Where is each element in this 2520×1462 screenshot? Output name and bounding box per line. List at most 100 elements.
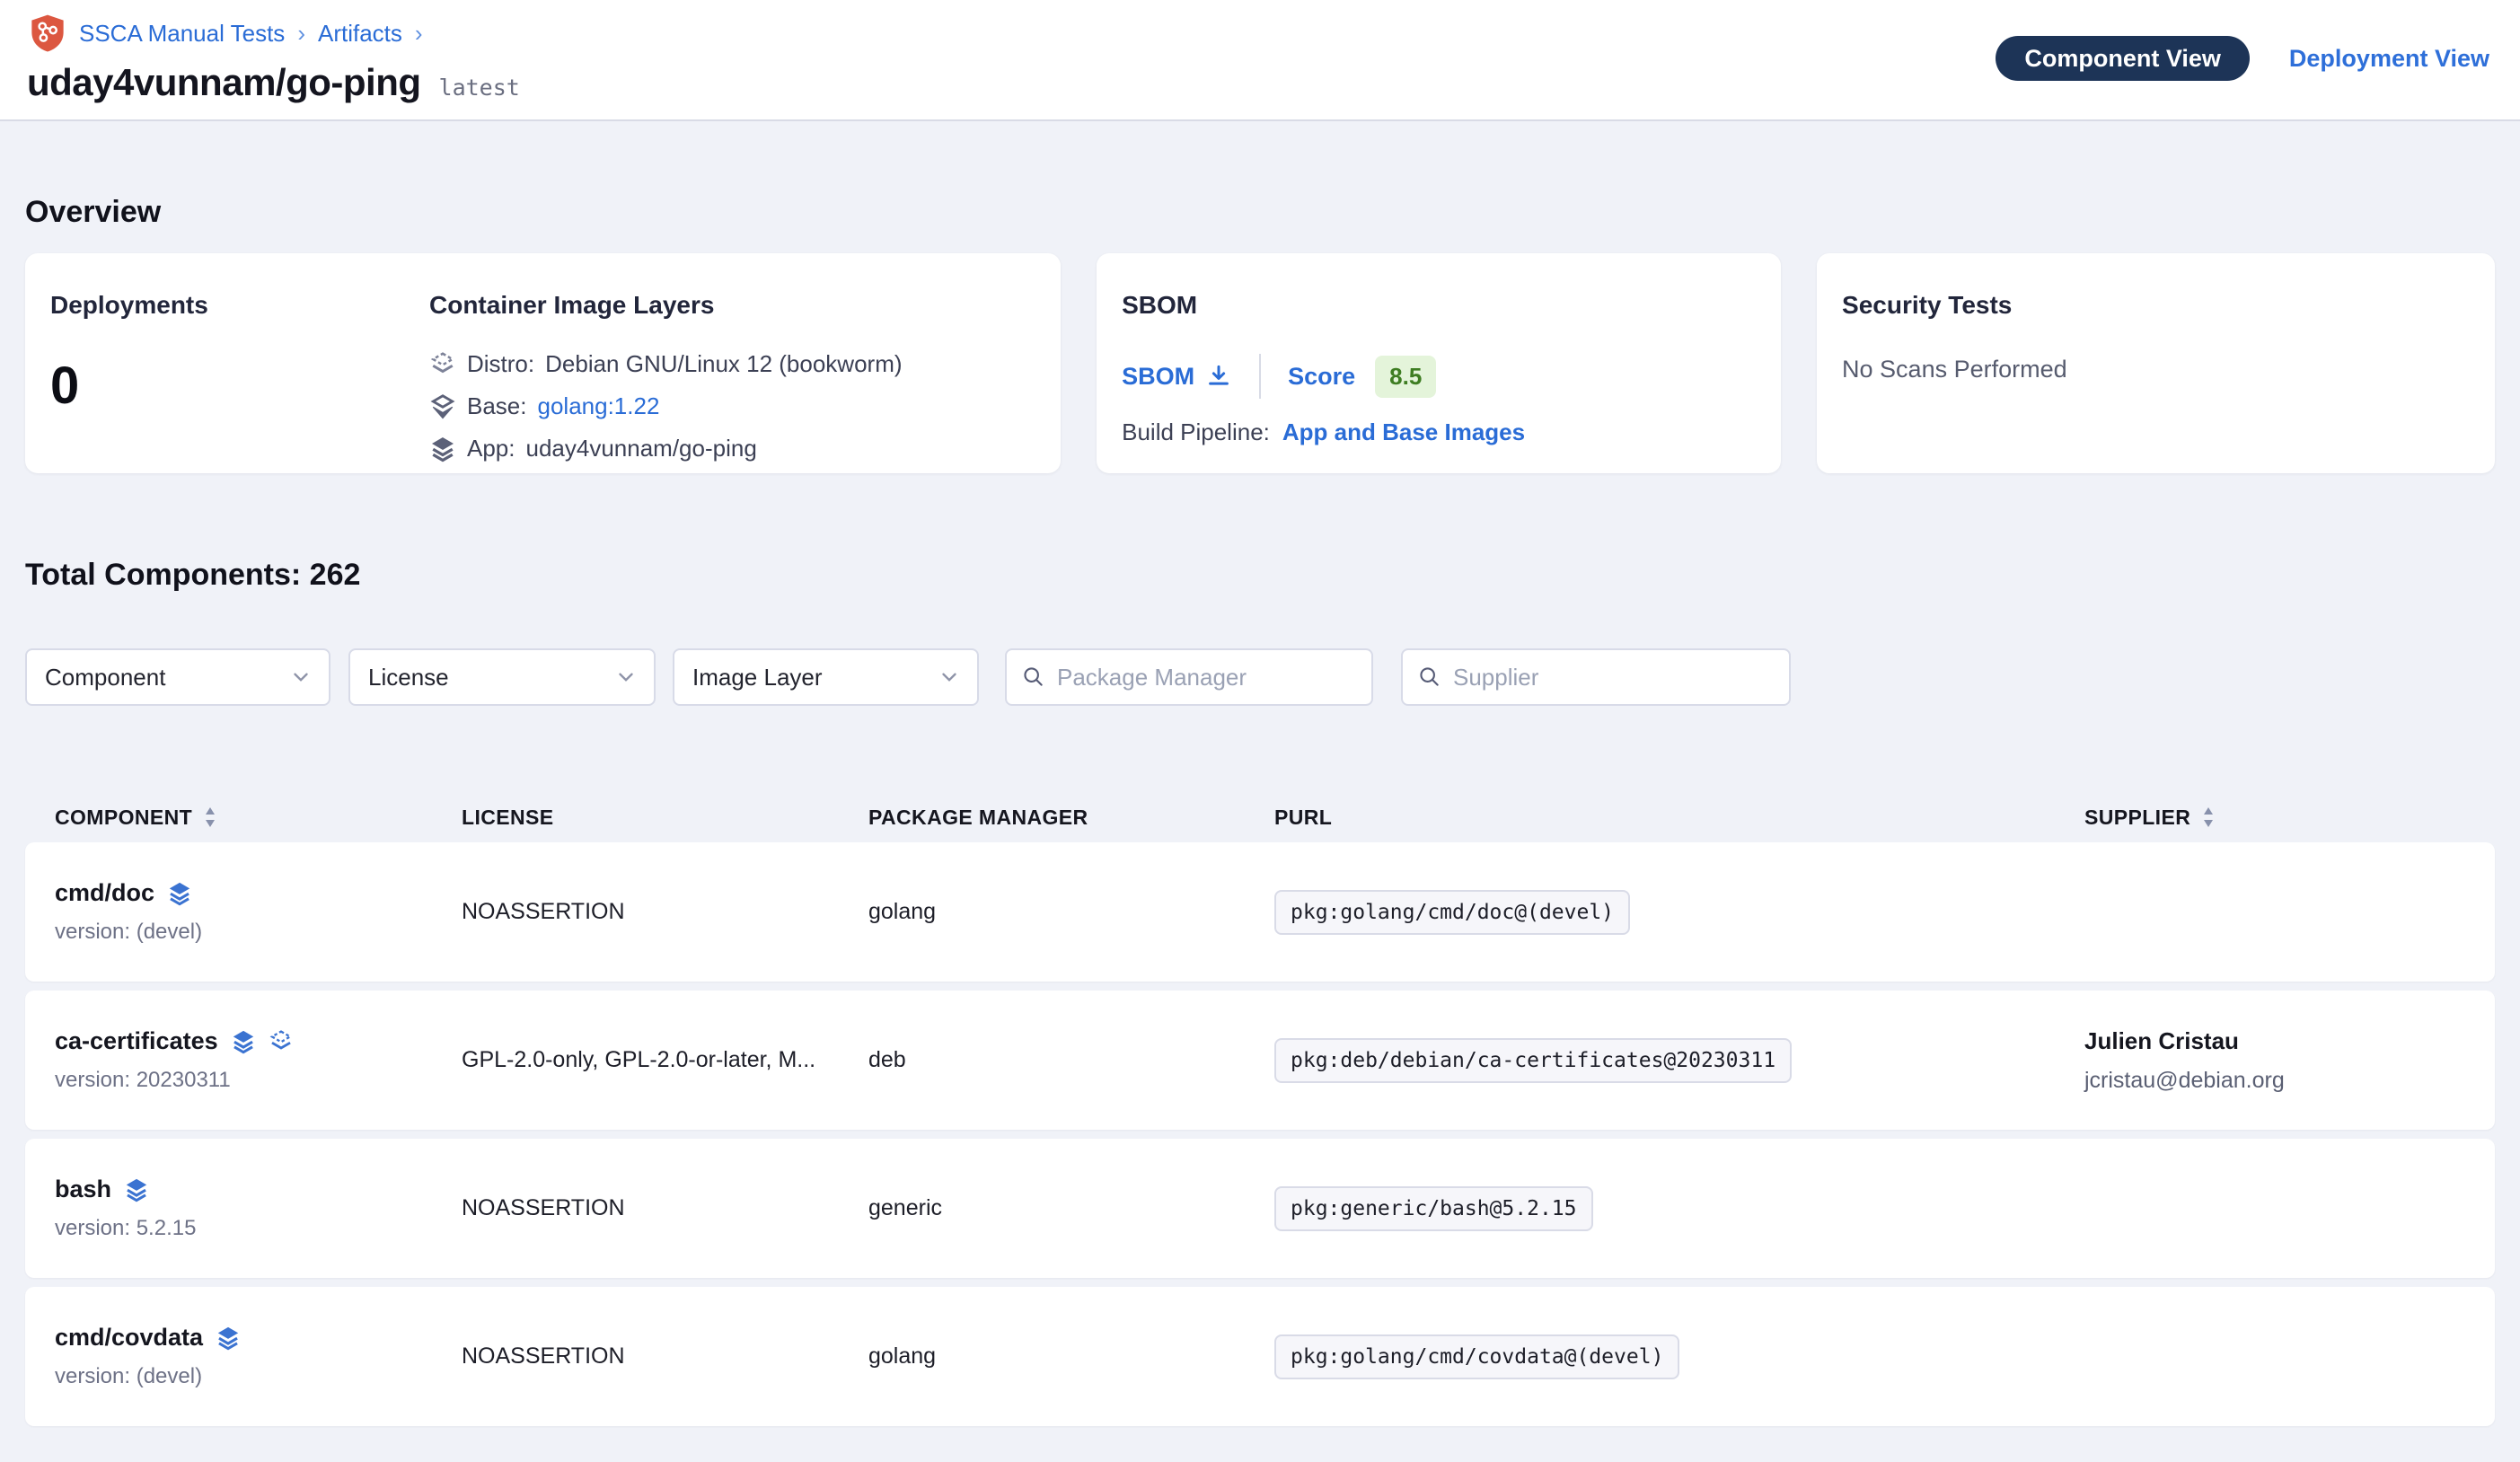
supplier-email: jcristau@debian.org [2084, 1068, 2465, 1094]
layer-row-base: Base: golang:1.22 [429, 392, 903, 420]
image-layer-filter-dropdown[interactable]: Image Layer [673, 648, 979, 706]
title-row: uday4vunnam/go-ping latest [27, 61, 520, 104]
filters-bar: Component License Image Layer [25, 648, 2495, 706]
breadcrumb-separator: › [413, 20, 425, 48]
dropdown-label: Image Layer [692, 664, 823, 691]
overview-heading: Overview [25, 195, 2495, 230]
supplier-cell [2084, 906, 2465, 919]
license-filter-dropdown[interactable]: License [348, 648, 656, 706]
component-name: bash [55, 1176, 111, 1203]
layer-row-distro: Distro: Debian GNU/Linux 12 (bookworm) [429, 350, 903, 378]
supplier-search [1401, 648, 1791, 706]
search-icon [1021, 665, 1046, 690]
deployments-label: Deployments [50, 291, 429, 320]
distro-layer-icon [429, 351, 456, 378]
build-pipeline-label: Build Pipeline: [1122, 418, 1270, 446]
column-label: COMPONENT [55, 806, 192, 830]
page-title: uday4vunnam/go-ping [27, 61, 421, 104]
layer-value: uday4vunnam/go-ping [526, 435, 757, 462]
breadcrumb-link-artifacts[interactable]: Artifacts [318, 20, 402, 48]
view-toggle: Component View Deployment View [1996, 36, 2489, 81]
divider [1259, 354, 1261, 399]
purl-pill: pkg:generic/bash@5.2.15 [1274, 1186, 1593, 1231]
app-layer-icon [429, 436, 456, 462]
chevron-down-icon [938, 665, 961, 689]
component-version: version: 20230311 [55, 1068, 462, 1093]
supplier-name: Julien Cristau [2084, 1027, 2465, 1055]
build-pipeline-link[interactable]: App and Base Images [1282, 418, 1525, 446]
chevron-down-icon [614, 665, 638, 689]
base-layer-icon [429, 393, 456, 420]
header-left: SSCA Manual Tests › Artifacts › uday4vun… [27, 13, 520, 119]
component-filter-dropdown[interactable]: Component [25, 648, 330, 706]
dropdown-label: Component [45, 664, 165, 691]
package-manager-search-input[interactable] [1057, 664, 1357, 691]
security-tests-card: Security Tests No Scans Performed [1817, 253, 2495, 473]
license-cell: GPL-2.0-only, GPL-2.0-or-later, M... [462, 1047, 868, 1073]
column-header-package-manager: PACKAGE MANAGER [868, 806, 1274, 830]
layer-label: App: [467, 435, 515, 462]
deployments-layers-card: Deployments 0 Container Image Layers Dis… [25, 253, 1061, 473]
image-layers-label: Container Image Layers [429, 291, 903, 320]
table-row[interactable]: bash version: 5.2.15 NOASSERTION generic… [25, 1139, 2495, 1278]
total-components-heading: Total Components: 262 [25, 558, 2495, 593]
column-label: SUPPLIER [2084, 806, 2190, 830]
table-row[interactable]: cmd/doc version: (devel) NOASSERTION gol… [25, 842, 2495, 982]
license-cell: NOASSERTION [462, 1343, 868, 1370]
column-label: PACKAGE MANAGER [868, 806, 1088, 830]
deployments-count: 0 [50, 356, 429, 416]
chevron-down-icon [289, 665, 313, 689]
component-view-button[interactable]: Component View [1996, 36, 2250, 81]
security-tests-label: Security Tests [1842, 291, 2470, 320]
no-scans-text: No Scans Performed [1842, 356, 2470, 383]
breadcrumb-link-project[interactable]: SSCA Manual Tests [79, 20, 285, 48]
license-cell: NOASSERTION [462, 899, 868, 925]
download-icon [1205, 363, 1232, 390]
layer-value: Debian GNU/Linux 12 (bookworm) [545, 350, 902, 378]
purl-pill: pkg:golang/cmd/covdata@(devel) [1274, 1334, 1679, 1379]
purl-pill: pkg:golang/cmd/doc@(devel) [1274, 890, 1630, 935]
sbom-score-label: Score [1288, 363, 1355, 391]
supplier-search-input[interactable] [1453, 664, 1775, 691]
supplier-cell [2084, 1351, 2465, 1363]
deployment-view-button[interactable]: Deployment View [2289, 45, 2489, 73]
app-layer-icon [231, 1029, 256, 1054]
package-manager-cell: generic [868, 1195, 1274, 1221]
artifact-tag: latest [439, 75, 520, 101]
supplier-cell [2084, 1202, 2465, 1215]
column-header-purl: PURL [1274, 806, 2084, 830]
sbom-score-badge: 8.5 [1375, 356, 1436, 398]
table-row[interactable]: cmd/covdata version: (devel) NOASSERTION… [25, 1287, 2495, 1426]
table-row[interactable]: ca-certificates version: 20230311 GPL-2.… [25, 991, 2495, 1130]
app-layer-icon [124, 1177, 149, 1202]
sbom-label: SBOM [1122, 291, 1756, 320]
sort-icon[interactable] [2201, 806, 2216, 829]
overview-cards: Deployments 0 Container Image Layers Dis… [25, 253, 2495, 473]
base-image-link[interactable]: golang:1.22 [538, 392, 660, 420]
breadcrumb: SSCA Manual Tests › Artifacts › [27, 13, 520, 54]
sbom-download-label: SBOM [1122, 363, 1194, 391]
column-header-component: COMPONENT [55, 806, 462, 830]
sbom-download-link[interactable]: SBOM [1122, 363, 1232, 391]
sort-icon[interactable] [203, 806, 217, 829]
column-header-license: LICENSE [462, 806, 868, 830]
column-label: PURL [1274, 806, 1332, 830]
supplier-cell: Julien Cristau jcristau@debian.org [2084, 1027, 2465, 1094]
package-manager-search [1005, 648, 1373, 706]
component-name: ca-certificates [55, 1027, 218, 1055]
license-cell: NOASSERTION [462, 1195, 868, 1221]
package-manager-cell: golang [868, 899, 1274, 925]
purl-pill: pkg:deb/debian/ca-certificates@20230311 [1274, 1038, 1792, 1083]
app-layer-icon [167, 881, 192, 906]
sbom-card: SBOM SBOM Score 8.5 Build Pipeline: App … [1097, 253, 1781, 473]
component-version: version: 5.2.15 [55, 1216, 462, 1241]
components-table-header: COMPONENT LICENSE PACKAGE MANAGER PURL S… [25, 792, 2495, 842]
artifact-detail-page: SSCA Manual Tests › Artifacts › uday4vun… [0, 0, 2520, 1462]
component-version: version: (devel) [55, 1364, 462, 1389]
deployments-panel: Deployments 0 [50, 291, 429, 473]
column-label: LICENSE [462, 806, 553, 830]
layer-label: Base: [467, 392, 527, 420]
image-layers-panel: Container Image Layers Distro: Debian GN… [429, 291, 903, 473]
search-icon [1417, 665, 1442, 690]
package-manager-cell: deb [868, 1047, 1274, 1073]
